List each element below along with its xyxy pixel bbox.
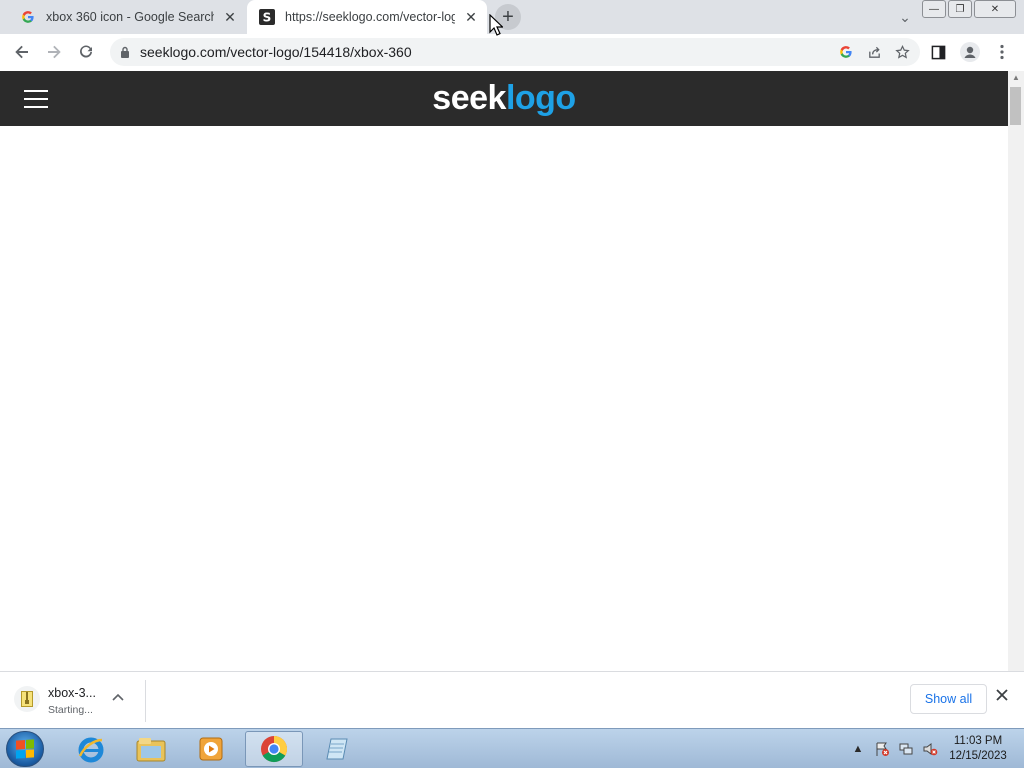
start-button[interactable] <box>6 731 44 767</box>
bookmark-star-icon[interactable] <box>892 42 912 62</box>
minimize-button[interactable]: — <box>922 0 946 18</box>
close-tab-icon[interactable]: ✕ <box>222 9 238 25</box>
forward-arrow-icon[interactable] <box>40 38 68 66</box>
show-hidden-icons-chevron-up-icon[interactable]: ▲ <box>848 739 868 759</box>
mouse-cursor-icon <box>489 13 504 41</box>
logo-part-seek: seek <box>432 79 506 117</box>
close-download-bar-icon[interactable] <box>996 688 1008 706</box>
vertical-scrollbar[interactable]: ▲ <box>1008 71 1024 671</box>
scroll-up-arrow-icon[interactable]: ▲ <box>1008 73 1024 85</box>
site-header: seek logo <box>0 71 1008 126</box>
internet-explorer-icon[interactable] <box>62 731 120 767</box>
seeklogo-logo[interactable]: seek logo <box>0 71 1008 126</box>
tab-strip: xbox 360 icon - Google Search ✕ S https:… <box>0 0 1024 34</box>
zip-file-icon <box>14 686 40 712</box>
google-lens-icon[interactable] <box>836 42 856 62</box>
scrollbar-thumb[interactable] <box>1010 87 1021 125</box>
menu-kebab-icon[interactable] <box>988 38 1016 66</box>
logo-part-logo: logo <box>505 79 576 117</box>
url-text: seeklogo.com/vector-logo/154418/xbox-360 <box>140 44 412 60</box>
windows-logo-icon <box>16 739 34 759</box>
show-all-button[interactable]: Show all <box>910 684 987 714</box>
action-center-flag-icon[interactable] <box>872 739 892 759</box>
clock-time: 11:03 PM <box>953 735 1003 747</box>
address-bar[interactable]: seeklogo.com/vector-logo/154418/xbox-360 <box>110 38 920 66</box>
seeklogo-icon: S <box>259 9 275 25</box>
media-player-icon[interactable] <box>182 731 240 767</box>
tab-search-chevron-down-icon[interactable]: ⌄ <box>891 3 919 31</box>
reload-icon[interactable] <box>72 38 100 66</box>
tab-google-search[interactable]: xbox 360 icon - Google Search ✕ <box>8 0 246 34</box>
tab-title: https://seeklogo.com/vector-logo/154418/… <box>285 10 455 24</box>
share-icon[interactable] <box>864 42 884 62</box>
download-filename: xbox-3... <box>48 686 96 700</box>
network-icon[interactable] <box>896 739 916 759</box>
browser-toolbar: seeklogo.com/vector-logo/154418/xbox-360 <box>0 34 1024 72</box>
chrome-icon[interactable] <box>245 731 303 767</box>
back-arrow-icon[interactable] <box>8 38 36 66</box>
close-tab-icon[interactable]: ✕ <box>463 9 479 25</box>
volume-muted-icon[interactable] <box>920 739 940 759</box>
lock-icon[interactable] <box>110 46 140 58</box>
notepad-icon[interactable] <box>307 731 365 767</box>
windows-taskbar: ▲ 11:03 PM 12/15/2023 <box>0 728 1024 768</box>
profile-avatar-icon[interactable] <box>956 38 984 66</box>
divider <box>145 680 146 722</box>
hamburger-menu-icon[interactable] <box>24 90 48 108</box>
tab-title: xbox 360 icon - Google Search <box>46 10 214 24</box>
download-status: Starting... <box>48 704 93 716</box>
tab-seeklogo[interactable]: S https://seeklogo.com/vector-logo/15441… <box>247 0 487 34</box>
google-icon <box>20 9 36 25</box>
page-body <box>0 126 1008 671</box>
window-controls: — ❐ ✕ <box>922 0 1016 18</box>
system-tray: ▲ 11:03 PM 12/15/2023 <box>846 733 1024 765</box>
close-window-button[interactable]: ✕ <box>974 0 1016 18</box>
svg-text:S: S <box>263 11 272 25</box>
clock-date: 12/15/2023 <box>949 750 1007 762</box>
file-explorer-icon[interactable] <box>122 731 180 767</box>
restore-button[interactable]: ❐ <box>948 0 972 18</box>
side-panel-icon[interactable] <box>924 38 952 66</box>
chevron-up-icon[interactable] <box>112 688 124 704</box>
download-bar: xbox-3... Starting... Show all <box>0 671 1024 728</box>
taskbar-clock[interactable]: 11:03 PM 12/15/2023 <box>942 734 1014 764</box>
